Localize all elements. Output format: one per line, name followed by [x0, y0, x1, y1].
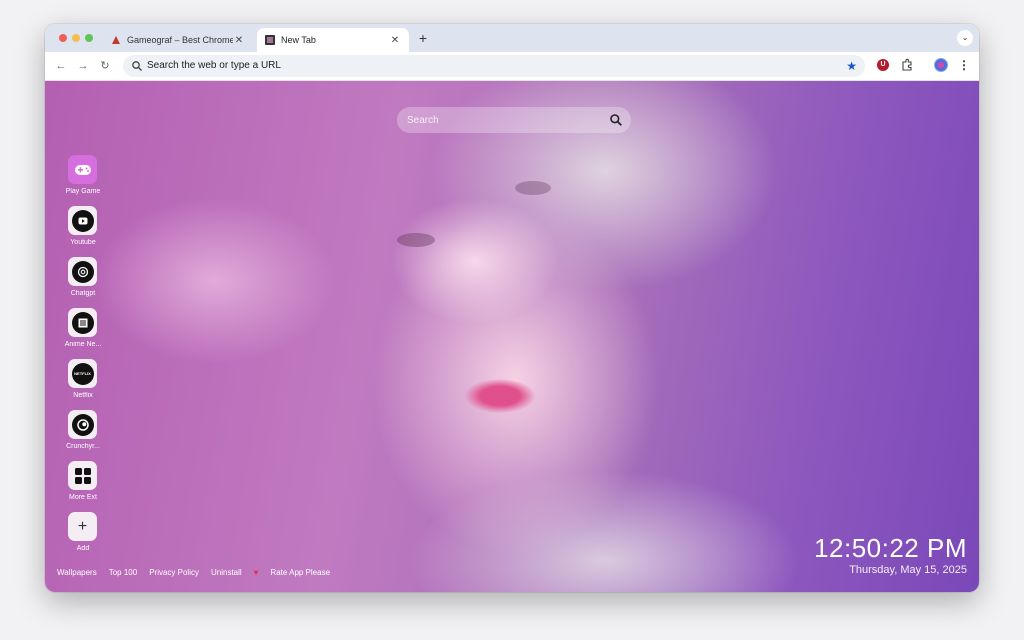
plus-icon: + — [68, 512, 97, 541]
shortcut-chatgpt[interactable]: Chatgpt — [58, 257, 108, 303]
shortcut-label: Add — [76, 545, 90, 552]
shortcut-tile — [68, 410, 97, 439]
forward-arrow-icon[interactable]: → — [75, 58, 91, 74]
shortcut-tile — [68, 257, 97, 286]
netflix-icon: NETFLIX — [71, 362, 94, 385]
maximize-window-button[interactable] — [85, 34, 93, 42]
footer-links: Wallpapers Top 100 Privacy Policy Uninst… — [57, 568, 354, 577]
footer-link-top-100[interactable]: Top 100 — [109, 568, 137, 577]
heart-icon: ♥ — [253, 568, 259, 577]
new-tab-page: Play Game Youtube Chatgpt — [45, 81, 979, 592]
crunchyroll-icon — [71, 413, 94, 436]
shortcut-add[interactable]: + Add — [58, 512, 108, 558]
new-tab-plus-icon[interactable]: + — [415, 30, 431, 46]
shortcut-tile: NETFLIX — [68, 359, 97, 388]
wallpaper-decoration — [515, 181, 551, 195]
footer-link-privacy-policy[interactable]: Privacy Policy — [149, 568, 199, 577]
tab-gameograf[interactable]: Gameograf – Best Chrome Li ✕ — [103, 28, 253, 52]
shortcut-label: Crunchyr... — [66, 443, 100, 450]
tab-new-tab[interactable]: New Tab ✕ — [257, 28, 409, 52]
shortcut-crunchyroll[interactable]: Crunchyr... — [58, 410, 108, 456]
shortcut-play-game[interactable]: Play Game — [58, 155, 108, 201]
shortcut-label: Netflix — [73, 392, 93, 399]
search-icon — [132, 61, 142, 71]
minimize-window-button[interactable] — [72, 34, 80, 42]
shortcut-tile — [68, 308, 97, 337]
shortcut-tile — [68, 155, 97, 184]
tab-search-chevron-icon[interactable]: ⌄ — [957, 30, 973, 46]
reload-icon[interactable]: ↻ — [97, 58, 113, 74]
close-tab-icon[interactable]: ✕ — [389, 35, 401, 46]
gameograf-favicon-icon — [112, 36, 120, 44]
close-window-button[interactable] — [59, 34, 67, 42]
new-tab-favicon-icon — [265, 35, 275, 45]
gamepad-icon — [74, 164, 91, 175]
search-box — [397, 107, 631, 133]
wallpaper-decoration — [397, 233, 435, 247]
shortcut-anime-news[interactable]: Anime Ne... — [58, 308, 108, 354]
shortcut-label: Play Game — [65, 188, 101, 195]
extensions-puzzle-icon[interactable] — [900, 58, 914, 72]
menu-kebab-icon[interactable]: ⋮ — [958, 58, 970, 74]
shortcut-tile — [68, 206, 97, 235]
close-tab-icon[interactable]: ✕ — [233, 35, 245, 46]
back-arrow-icon[interactable]: ← — [53, 58, 69, 74]
shortcut-youtube[interactable]: Youtube — [58, 206, 108, 252]
bookmark-star-icon[interactable]: ★ — [846, 57, 857, 75]
anime-news-icon — [71, 311, 94, 334]
rate-app-label: Rate App Please — [270, 568, 331, 577]
footer-link-rate-app[interactable]: ♥ Rate App Please — [254, 568, 342, 577]
search-input[interactable] — [407, 107, 597, 133]
shortcut-more-ext[interactable]: More Ext — [58, 461, 108, 507]
ublock-extension-icon[interactable]: U — [877, 59, 889, 71]
tab-title: New Tab — [281, 35, 316, 45]
footer-link-wallpapers[interactable]: Wallpapers — [57, 568, 97, 577]
clock-widget: 12:50:22 PM Thursday, May 15, 2025 — [814, 533, 967, 577]
clock-date: Thursday, May 15, 2025 — [849, 564, 967, 576]
shortcut-label: Youtube — [70, 239, 96, 246]
more-extensions-icon — [74, 467, 91, 484]
shortcut-label: Chatgpt — [70, 290, 96, 297]
address-bar-text: Search the web or type a URL — [147, 60, 281, 71]
chatgpt-icon — [71, 260, 94, 283]
profile-avatar[interactable] — [934, 58, 948, 72]
address-bar[interactable]: Search the web or type a URL ★ — [123, 55, 865, 77]
shortcut-tile — [68, 461, 97, 490]
shortcut-label: Anime Ne... — [64, 341, 102, 348]
browser-window: Gameograf – Best Chrome Li ✕ New Tab ✕ +… — [45, 24, 979, 592]
tab-strip: Gameograf – Best Chrome Li ✕ New Tab ✕ +… — [45, 24, 979, 52]
youtube-icon — [71, 209, 94, 232]
footer-link-uninstall[interactable]: Uninstall — [211, 568, 242, 577]
wallpaper-decoration — [465, 379, 535, 413]
clock-time: 12:50:22 PM — [814, 533, 967, 563]
search-icon[interactable] — [609, 113, 623, 127]
shortcut-netflix[interactable]: NETFLIX Netflix — [58, 359, 108, 405]
tab-title: Gameograf – Best Chrome Li — [127, 35, 233, 45]
browser-toolbar: ← → ↻ Search the web or type a URL ★ U ⋮ — [45, 52, 979, 81]
shortcut-label: More Ext — [68, 494, 97, 501]
